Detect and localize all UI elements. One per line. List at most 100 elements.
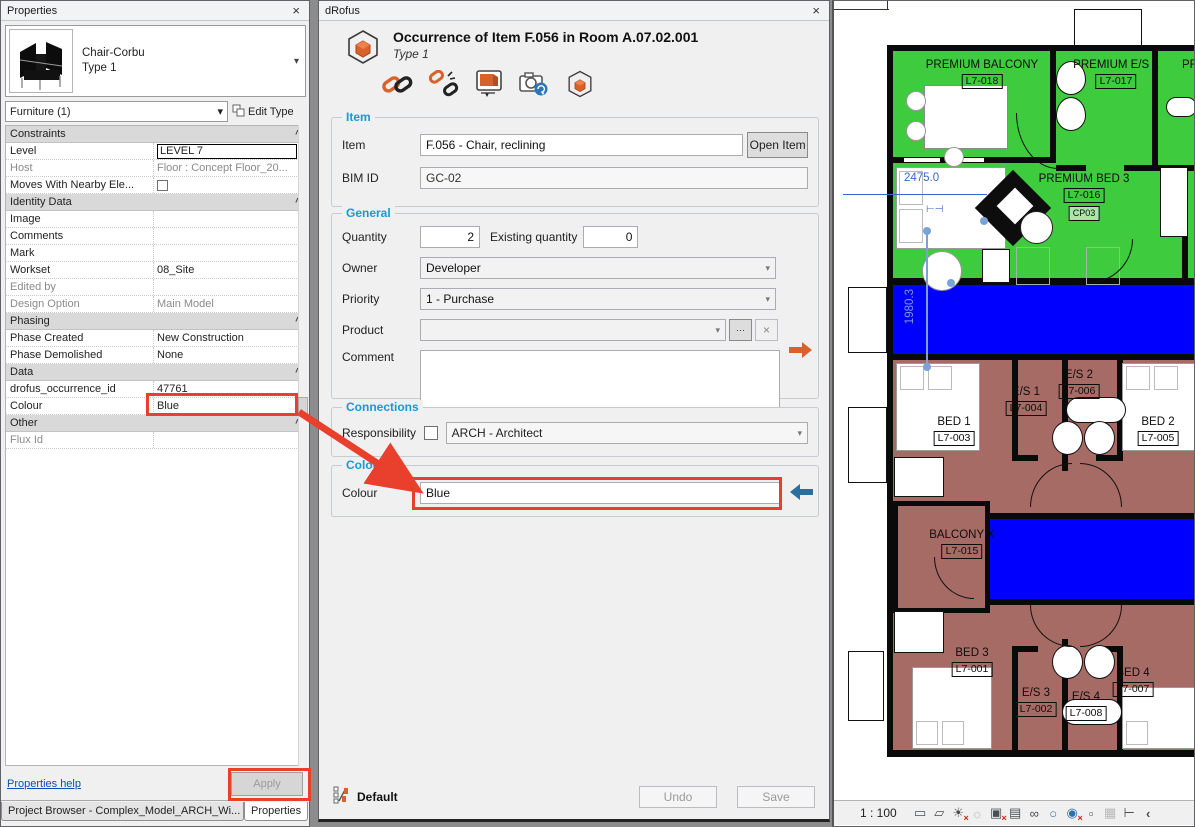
adjacent-wall-line [834,9,889,10]
undo-button[interactable]: Undo [639,786,717,808]
view-control-bar: 1 : 100 ▭ ▱ ☀× ☼ ▣× ▤ ∞ ○ ◉× ▫ ▦ ⊢ ‹ [834,800,1194,825]
colour-browse-button[interactable] [298,397,308,414]
priority-select[interactable]: 1 - Purchase ▾ [420,288,776,310]
dimension-grip[interactable] [923,363,931,371]
sun-path-icon[interactable]: ☀× [949,805,968,821]
parameter-row[interactable]: Workset08_Site [6,262,305,279]
dimension-grip-icon: ⊢⊣ [926,204,943,215]
analytical-model-icon[interactable]: ▦ [1101,805,1120,821]
tab-project-browser[interactable]: Project Browser - Complex_Model_ARCH_Wi.… [1,802,244,821]
pillow [1154,366,1178,390]
pillow [1126,721,1148,745]
pillow [928,366,952,390]
dimension-text[interactable]: 2475.0 [904,172,939,184]
checkbox[interactable] [157,180,168,191]
product-clear-button[interactable]: × [755,319,778,341]
temporary-hide-isolate-icon[interactable]: ∞ [1025,806,1044,821]
dialog-heading: Occurrence of Item F.056 in Room A.07.02… [393,29,698,45]
parameter-row[interactable]: Mark [6,245,305,262]
type-preview[interactable]: Chair-Corbu Type 1 ▾ [5,25,306,97]
edit-type-button[interactable]: Edit Type [228,101,306,122]
view-scale[interactable]: 1 : 100 [860,806,897,820]
group-header[interactable]: Data^ [6,364,305,381]
type-selector[interactable]: Furniture (1) ▾ [5,101,228,122]
item-input[interactable]: F.056 - Chair, reclining [420,134,743,156]
drofus-title: dRofus [325,5,360,17]
show-crop-region-icon[interactable]: ▤ [1006,805,1025,821]
item-cube-icon[interactable] [565,69,595,104]
crop-view-icon[interactable]: ▣× [987,805,1006,821]
default-settings-icon[interactable] [333,785,351,810]
push-to-revit-arrow-icon[interactable] [789,341,813,364]
quantity-label: Quantity [342,230,420,244]
dimension-grip[interactable] [923,227,931,235]
plan-view[interactable]: 2475.0 ⊢⊣ 1980.3 PREMIUM BALCONY L7-018 … [832,0,1195,827]
parameter-row[interactable]: Comments [6,228,305,245]
cabinet [982,249,1010,283]
product-browse-button[interactable]: ··· [729,319,752,341]
bim-id-input: GC-02 [420,167,808,189]
group-header[interactable]: Identity Data^ [6,194,305,211]
show-in-model-icon[interactable] [475,69,503,104]
item-label: Item [342,138,420,152]
temporary-view-properties-icon[interactable]: ▫ [1082,806,1101,821]
close-icon[interactable]: × [289,2,303,20]
toilet [1056,97,1086,131]
general-group: General Quantity 2 Existing quantity 0 O… [331,213,819,399]
item-group: Item Item F.056 - Chair, reclining Open … [331,117,819,207]
edit-type-icon [232,104,245,120]
tab-properties[interactable]: Properties [244,802,308,821]
dimension-line[interactable] [843,194,987,195]
room-label-premium-bed3: PREMIUM BED 3 L7-016 CP03 [1039,173,1130,221]
parameter-row[interactable]: LevelLEVEL 7 [6,143,305,160]
reveal-constraints-icon[interactable]: ⊢ [1120,805,1139,821]
link-icon[interactable] [381,70,413,103]
quantity-input[interactable]: 2 [420,226,480,248]
parameter-row[interactable]: Moves With Nearby Ele... [6,177,305,194]
group-header[interactable]: Other^ [6,415,305,432]
dimension-line-selected[interactable] [926,229,928,369]
properties-help-link[interactable]: Properties help [7,778,81,790]
corridor-fill-lower [990,519,1195,599]
scrollbar[interactable] [298,125,308,766]
responsibility-checkbox[interactable] [424,426,438,440]
chevron-down-icon: ▾ [715,325,720,336]
parameter-row[interactable]: Image [6,211,305,228]
parameter-row[interactable]: Phase CreatedNew Construction [6,330,305,347]
parameter-row[interactable]: Phase DemolishedNone [6,347,305,364]
type-name: Type 1 [82,61,294,76]
selection-grip[interactable] [947,279,955,287]
toilet [1052,421,1083,455]
existing-quantity-input[interactable]: 0 [583,226,638,248]
close-icon[interactable]: × [809,2,823,20]
dimension-text[interactable]: 1980.3 [904,289,916,324]
pull-from-revit-arrow-icon[interactable] [789,484,813,505]
properties-titlebar[interactable]: Properties × [1,1,309,21]
parameter-row: Edited by [6,279,305,296]
save-button[interactable]: Save [737,786,815,808]
wardrobe [1160,167,1188,237]
family-name: Chair-Corbu [82,46,294,61]
unlink-icon[interactable] [429,70,459,103]
group-header[interactable]: Phasing^ [6,313,305,330]
drofus-titlebar[interactable]: dRofus × [319,1,829,21]
chevron-down-icon: ▾ [797,428,802,439]
owner-select[interactable]: Developer ▾ [420,257,776,279]
pillow [916,721,938,745]
bathtub [1166,97,1195,117]
chevron-down-icon[interactable]: ▾ [294,56,305,67]
snapshot-camera-icon[interactable] [519,70,549,103]
open-item-button[interactable]: Open Item [747,132,808,158]
drofus-item-cube-icon [345,29,381,70]
visual-style-icon[interactable]: ▱ [930,805,949,821]
room-label-pr-partial: PR [1182,59,1195,71]
group-header[interactable]: Constraints^ [6,126,305,143]
collapse-bar-icon[interactable]: ‹ [1139,806,1158,821]
wall [887,45,893,757]
detail-level-icon[interactable]: ▭ [911,805,930,821]
reveal-hidden-elements-icon[interactable]: ○ [1044,806,1063,821]
selection-grip[interactable] [980,217,988,225]
product-select[interactable]: ▾ [420,319,726,341]
worksharing-display-icon[interactable]: ◉× [1063,805,1082,821]
shadows-icon[interactable]: ☼ [968,806,987,821]
